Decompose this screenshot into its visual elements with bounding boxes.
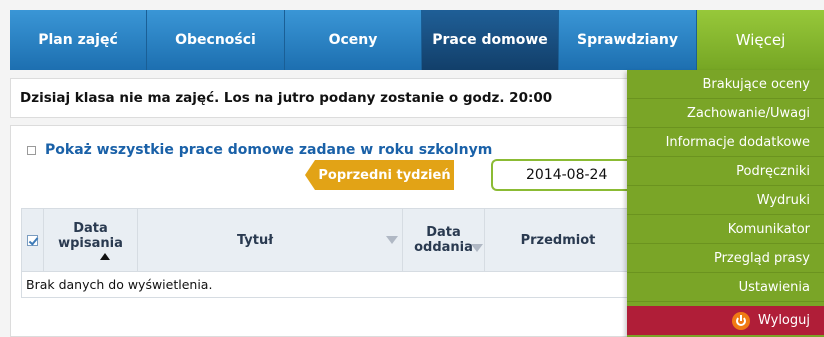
column-header-tytul[interactable]: Tytuł: [138, 209, 403, 271]
show-all-toggle[interactable]: Pokaż wszystkie prace domowe zadane w ro…: [27, 142, 492, 158]
tab-oceny[interactable]: Oceny: [285, 10, 422, 70]
logout-label: Wyloguj: [758, 313, 810, 328]
tab-sprawdziany[interactable]: Sprawdziany: [559, 10, 697, 70]
menu-item-wydruki[interactable]: Wydruki: [627, 186, 824, 215]
menu-item-brakujace-oceny[interactable]: Brakujące oceny: [627, 70, 824, 99]
column-label: Data wpisania: [58, 220, 123, 251]
tab-plan-zajec[interactable]: Plan zajęć: [10, 10, 147, 70]
column-header-data-wpisania[interactable]: Data wpisania: [44, 209, 138, 271]
tab-prace-domowe[interactable]: Prace domowe: [422, 10, 559, 70]
menu-item-przeglad-prasy[interactable]: Przegląd prasy: [627, 244, 824, 273]
column-header-przedmiot[interactable]: Przedmiot: [485, 209, 631, 271]
column-label: Tytuł: [236, 232, 274, 248]
tab-wiecej[interactable]: Więcej: [697, 10, 824, 70]
date-field[interactable]: 2014-08-24: [491, 159, 641, 191]
menu-item-informacje[interactable]: Informacje dodatkowe: [627, 128, 824, 157]
menu-item-zachowanie[interactable]: Zachowanie/Uwagi: [627, 99, 824, 128]
select-all-cell[interactable]: [22, 209, 44, 271]
main-nav: Plan zajęć Obecności Oceny Prace domowe …: [10, 10, 824, 70]
table-header: Data wpisania Tytuł Data oddania Przedmi…: [21, 208, 631, 272]
show-all-checkbox[interactable]: [27, 145, 36, 155]
homework-panel: Pokaż wszystkie prace domowe zadane w ro…: [10, 125, 641, 337]
logout-button[interactable]: Wyloguj: [627, 306, 824, 335]
previous-week-button[interactable]: Poprzedni tydzień: [305, 160, 454, 190]
show-all-label[interactable]: Pokaż wszystkie prace domowe zadane w ro…: [45, 142, 492, 158]
info-message: Dzisiaj klasa nie ma zajęć. Los na jutro…: [10, 78, 630, 118]
filter-icon[interactable]: [386, 236, 398, 244]
sort-ascending-icon: [99, 252, 110, 260]
power-icon: [732, 311, 750, 330]
select-all-checkbox[interactable]: [27, 234, 38, 246]
menu-item-podreczniki[interactable]: Podręczniki: [627, 157, 824, 186]
more-menu: Brakujące oceny Zachowanie/Uwagi Informa…: [627, 70, 824, 337]
column-header-data-oddania[interactable]: Data oddania: [403, 209, 485, 271]
column-label: Przedmiot: [520, 232, 596, 248]
tab-obecnosci[interactable]: Obecności: [147, 10, 285, 70]
menu-item-komunikator[interactable]: Komunikator: [627, 215, 824, 244]
empty-table-message: Brak danych do wyświetlenia.: [21, 272, 631, 298]
filter-icon[interactable]: [471, 244, 483, 252]
menu-item-ustawienia[interactable]: Ustawienia: [627, 273, 824, 302]
